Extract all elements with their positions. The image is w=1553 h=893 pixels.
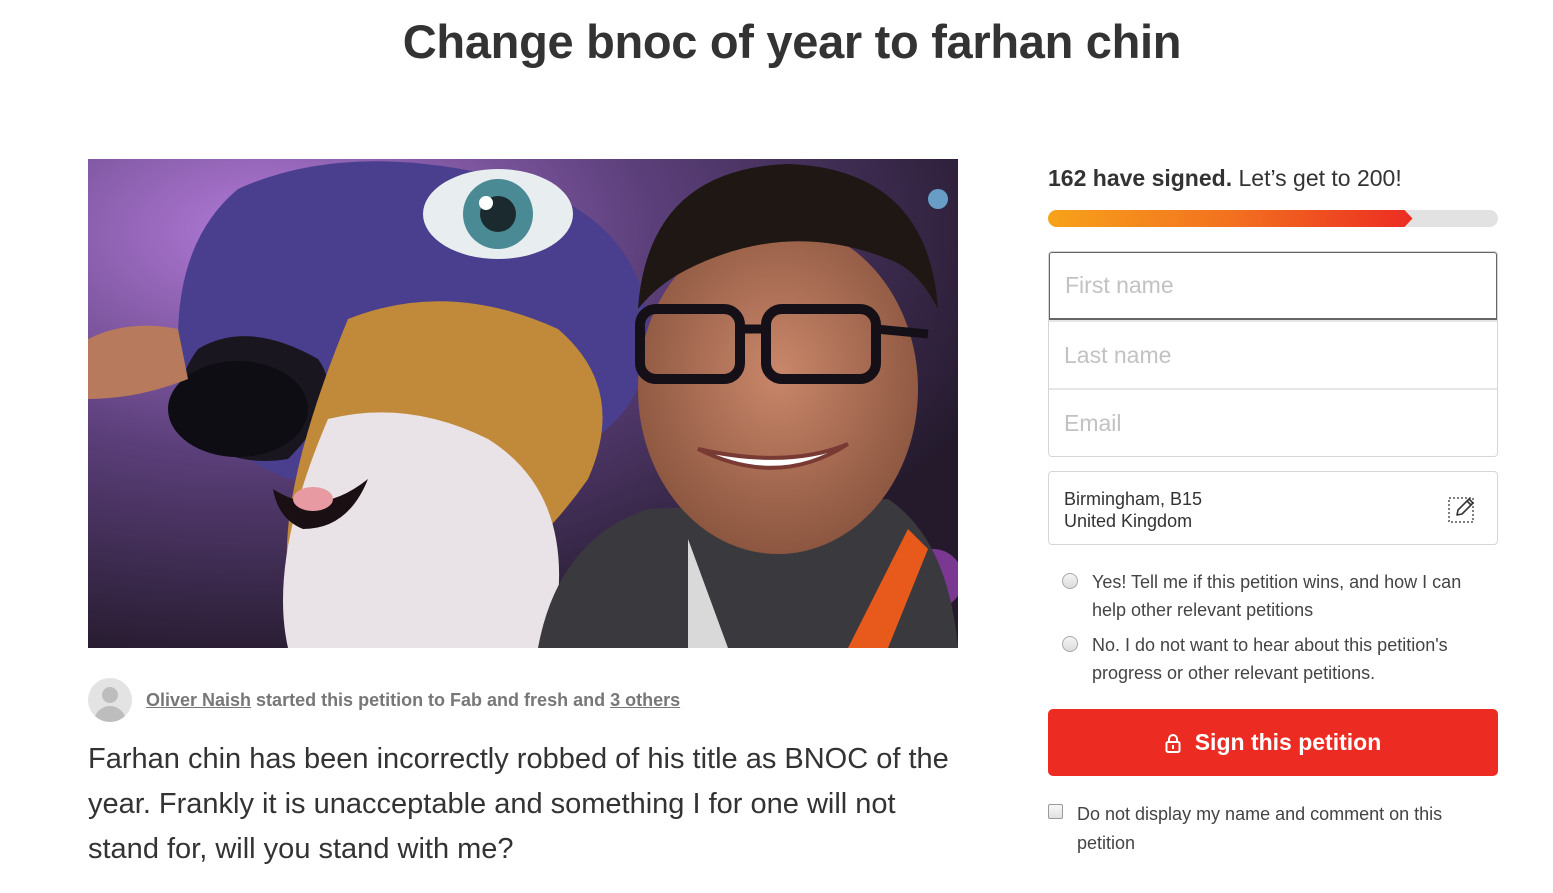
signature-goal: Let’s get to 200! <box>1238 165 1402 191</box>
petition-photo <box>88 159 958 648</box>
progress-fill <box>1048 210 1413 227</box>
location-line2: United Kingdom <box>1064 511 1193 531</box>
others-link[interactable]: 3 others <box>610 690 680 710</box>
starter-name-link[interactable]: Oliver Naish <box>146 690 251 710</box>
starter-middle-text: started this petition to Fab and fresh a… <box>251 689 611 710</box>
opt-out-option[interactable]: No. I do not want to hear about this pet… <box>1062 631 1498 687</box>
hide-name-label: Do not display my name and comment on th… <box>1077 804 1443 853</box>
location-line1: Birmingham, B15 <box>1064 489 1203 509</box>
sign-button-label: Sign this petition <box>1194 729 1382 755</box>
sign-petition-button[interactable]: Sign this petition <box>1048 709 1498 776</box>
pencil-edit-icon[interactable] <box>1447 494 1477 524</box>
email-input[interactable] <box>1049 388 1497 456</box>
signature-progress-bar <box>1048 210 1498 227</box>
last-name-input[interactable] <box>1049 320 1497 388</box>
petition-starter: Oliver Naish started this petition to Fa… <box>88 678 680 722</box>
first-name-input[interactable] <box>1049 252 1497 320</box>
user-avatar-icon <box>88 678 132 722</box>
opt-out-label: No. I do not want to hear about this pet… <box>1092 635 1448 683</box>
signer-fields <box>1048 251 1498 457</box>
signature-count: 162 have signed. <box>1048 165 1233 191</box>
signature-count-line: 162 have signed. Let’s get to 200! <box>1048 160 1498 196</box>
opt-in-option[interactable]: Yes! Tell me if this petition wins, and … <box>1062 568 1498 624</box>
starter-line: Oliver Naish started this petition to Fa… <box>146 690 680 711</box>
sign-panel: 162 have signed. Let’s get to 200! Birmi… <box>1048 160 1498 858</box>
petition-page: Change bnoc of year to farhan chin Olive… <box>0 0 1553 893</box>
location-field[interactable]: Birmingham, B15 United Kingdom <box>1048 471 1498 545</box>
hide-name-checkbox[interactable] <box>1048 804 1063 819</box>
opt-out-radio[interactable] <box>1062 636 1078 652</box>
opt-in-label: Yes! Tell me if this petition wins, and … <box>1092 572 1462 620</box>
opt-in-radio[interactable] <box>1062 573 1078 589</box>
lock-icon <box>1165 733 1181 753</box>
hide-name-option[interactable]: Do not display my name and comment on th… <box>1048 800 1498 858</box>
petition-description: Farhan chin has been incorrectly robbed … <box>88 743 949 865</box>
page-title: Change bnoc of year to farhan chin <box>402 15 1182 68</box>
